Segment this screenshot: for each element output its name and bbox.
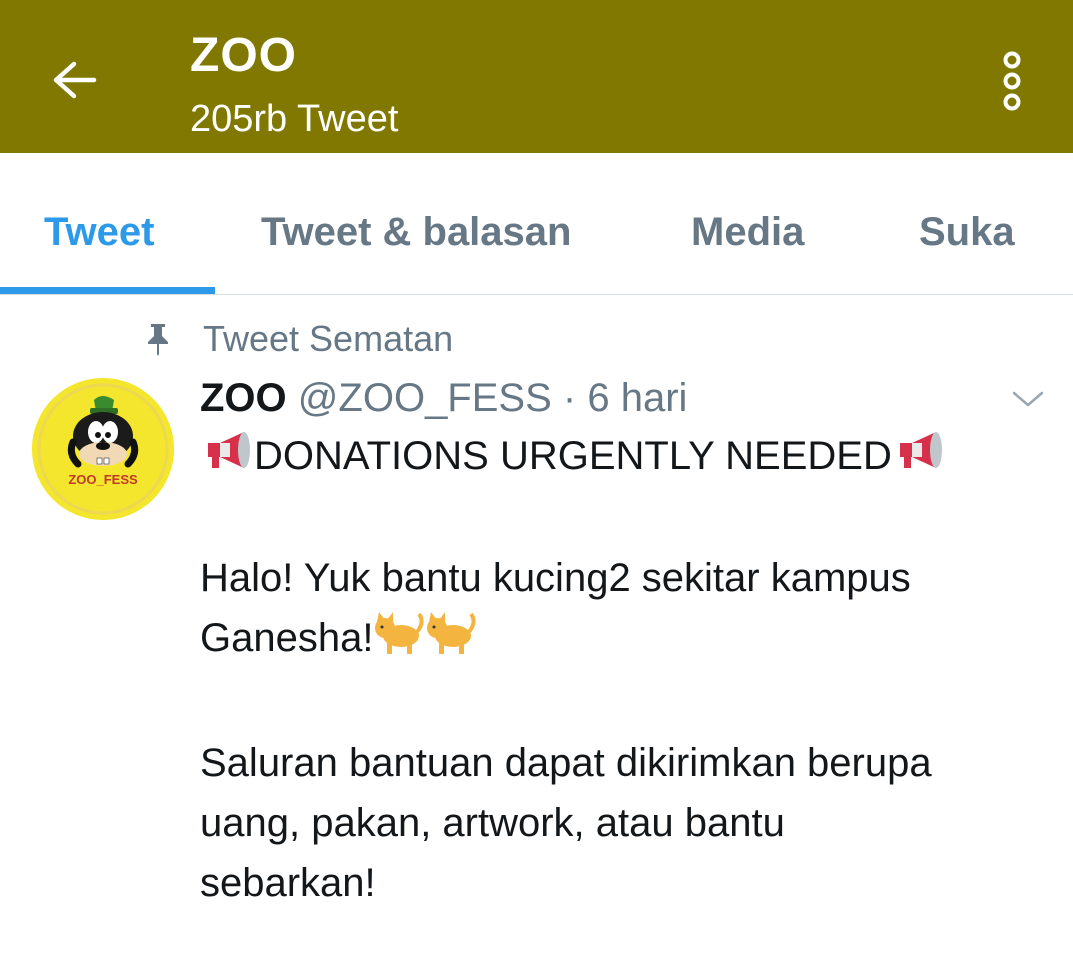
tab-tweet[interactable]: Tweet	[44, 208, 154, 256]
tweet-paragraph-1-line-2: Ganesha!	[200, 616, 374, 661]
separator: ·	[562, 376, 577, 420]
tweet-paragraph-1-line-1: Halo! Yuk bantu kucing2 sekitar kampus	[200, 556, 911, 601]
profile-tabs: Tweet Tweet & balasan Media Suka	[0, 153, 1073, 295]
tweet-paragraph-1-line-2-wrap: Ganesha!	[200, 608, 1040, 673]
tab-media[interactable]: Media	[691, 208, 804, 256]
tweet-paragraph-2-line-3: sebarkan!	[200, 861, 376, 906]
profile-title: ZOO	[190, 29, 297, 82]
tweet-header: ZOO @ZOO_FESS · 6 hari	[200, 372, 1040, 424]
pinned-text: Tweet Sematan	[203, 318, 454, 359]
chevron-down-icon	[1012, 391, 1044, 407]
active-tab-indicator	[0, 287, 215, 294]
arrow-left-icon	[53, 61, 97, 99]
handle[interactable]: @ZOO_FESS	[298, 376, 552, 420]
tweet-text: DONATIONS URGENTLY NEEDED Halo! Yuk bant…	[200, 426, 1040, 913]
profile-header: ZOO 205rb Tweet	[190, 28, 398, 142]
tweet-menu-button[interactable]	[1010, 385, 1046, 413]
tweet-count: 205rb Tweet	[190, 98, 399, 140]
avatar[interactable]: ZOO_FESS	[32, 378, 174, 520]
pin-icon	[145, 322, 171, 356]
tweet-time[interactable]: 6 hari	[587, 376, 687, 420]
tab-tweet-replies[interactable]: Tweet & balasan	[261, 208, 571, 256]
more-vertical-icon	[1003, 51, 1021, 111]
megaphone-icon	[892, 428, 946, 488]
tweet-headline: DONATIONS URGENTLY NEEDED	[254, 434, 892, 478]
pinned-tweet[interactable]: ZOO @ZOO_FESS · 6 hari DONATIONS URGENTL…	[200, 372, 1040, 913]
tab-likes[interactable]: Suka	[919, 208, 1015, 256]
cat-icon	[425, 608, 477, 673]
megaphone-icon	[200, 428, 254, 488]
pinned-tweet-label: Tweet Sematan	[145, 316, 453, 362]
tweet-headline-line: DONATIONS URGENTLY NEEDED	[200, 426, 1040, 488]
more-options-button[interactable]	[990, 46, 1034, 118]
tweet-paragraph-2-line-2: uang, pakan, artwork, atau bantu	[200, 801, 785, 846]
tweet-paragraph-2-line-1: Saluran bantuan dapat dikirimkan berupa	[200, 741, 932, 786]
app-bar: ZOO 205rb Tweet	[0, 0, 1073, 153]
avatar-logo-text: ZOO_FESS	[68, 472, 138, 487]
cat-icon	[373, 608, 425, 673]
display-name[interactable]: ZOO	[200, 376, 287, 420]
back-button[interactable]	[46, 52, 102, 108]
